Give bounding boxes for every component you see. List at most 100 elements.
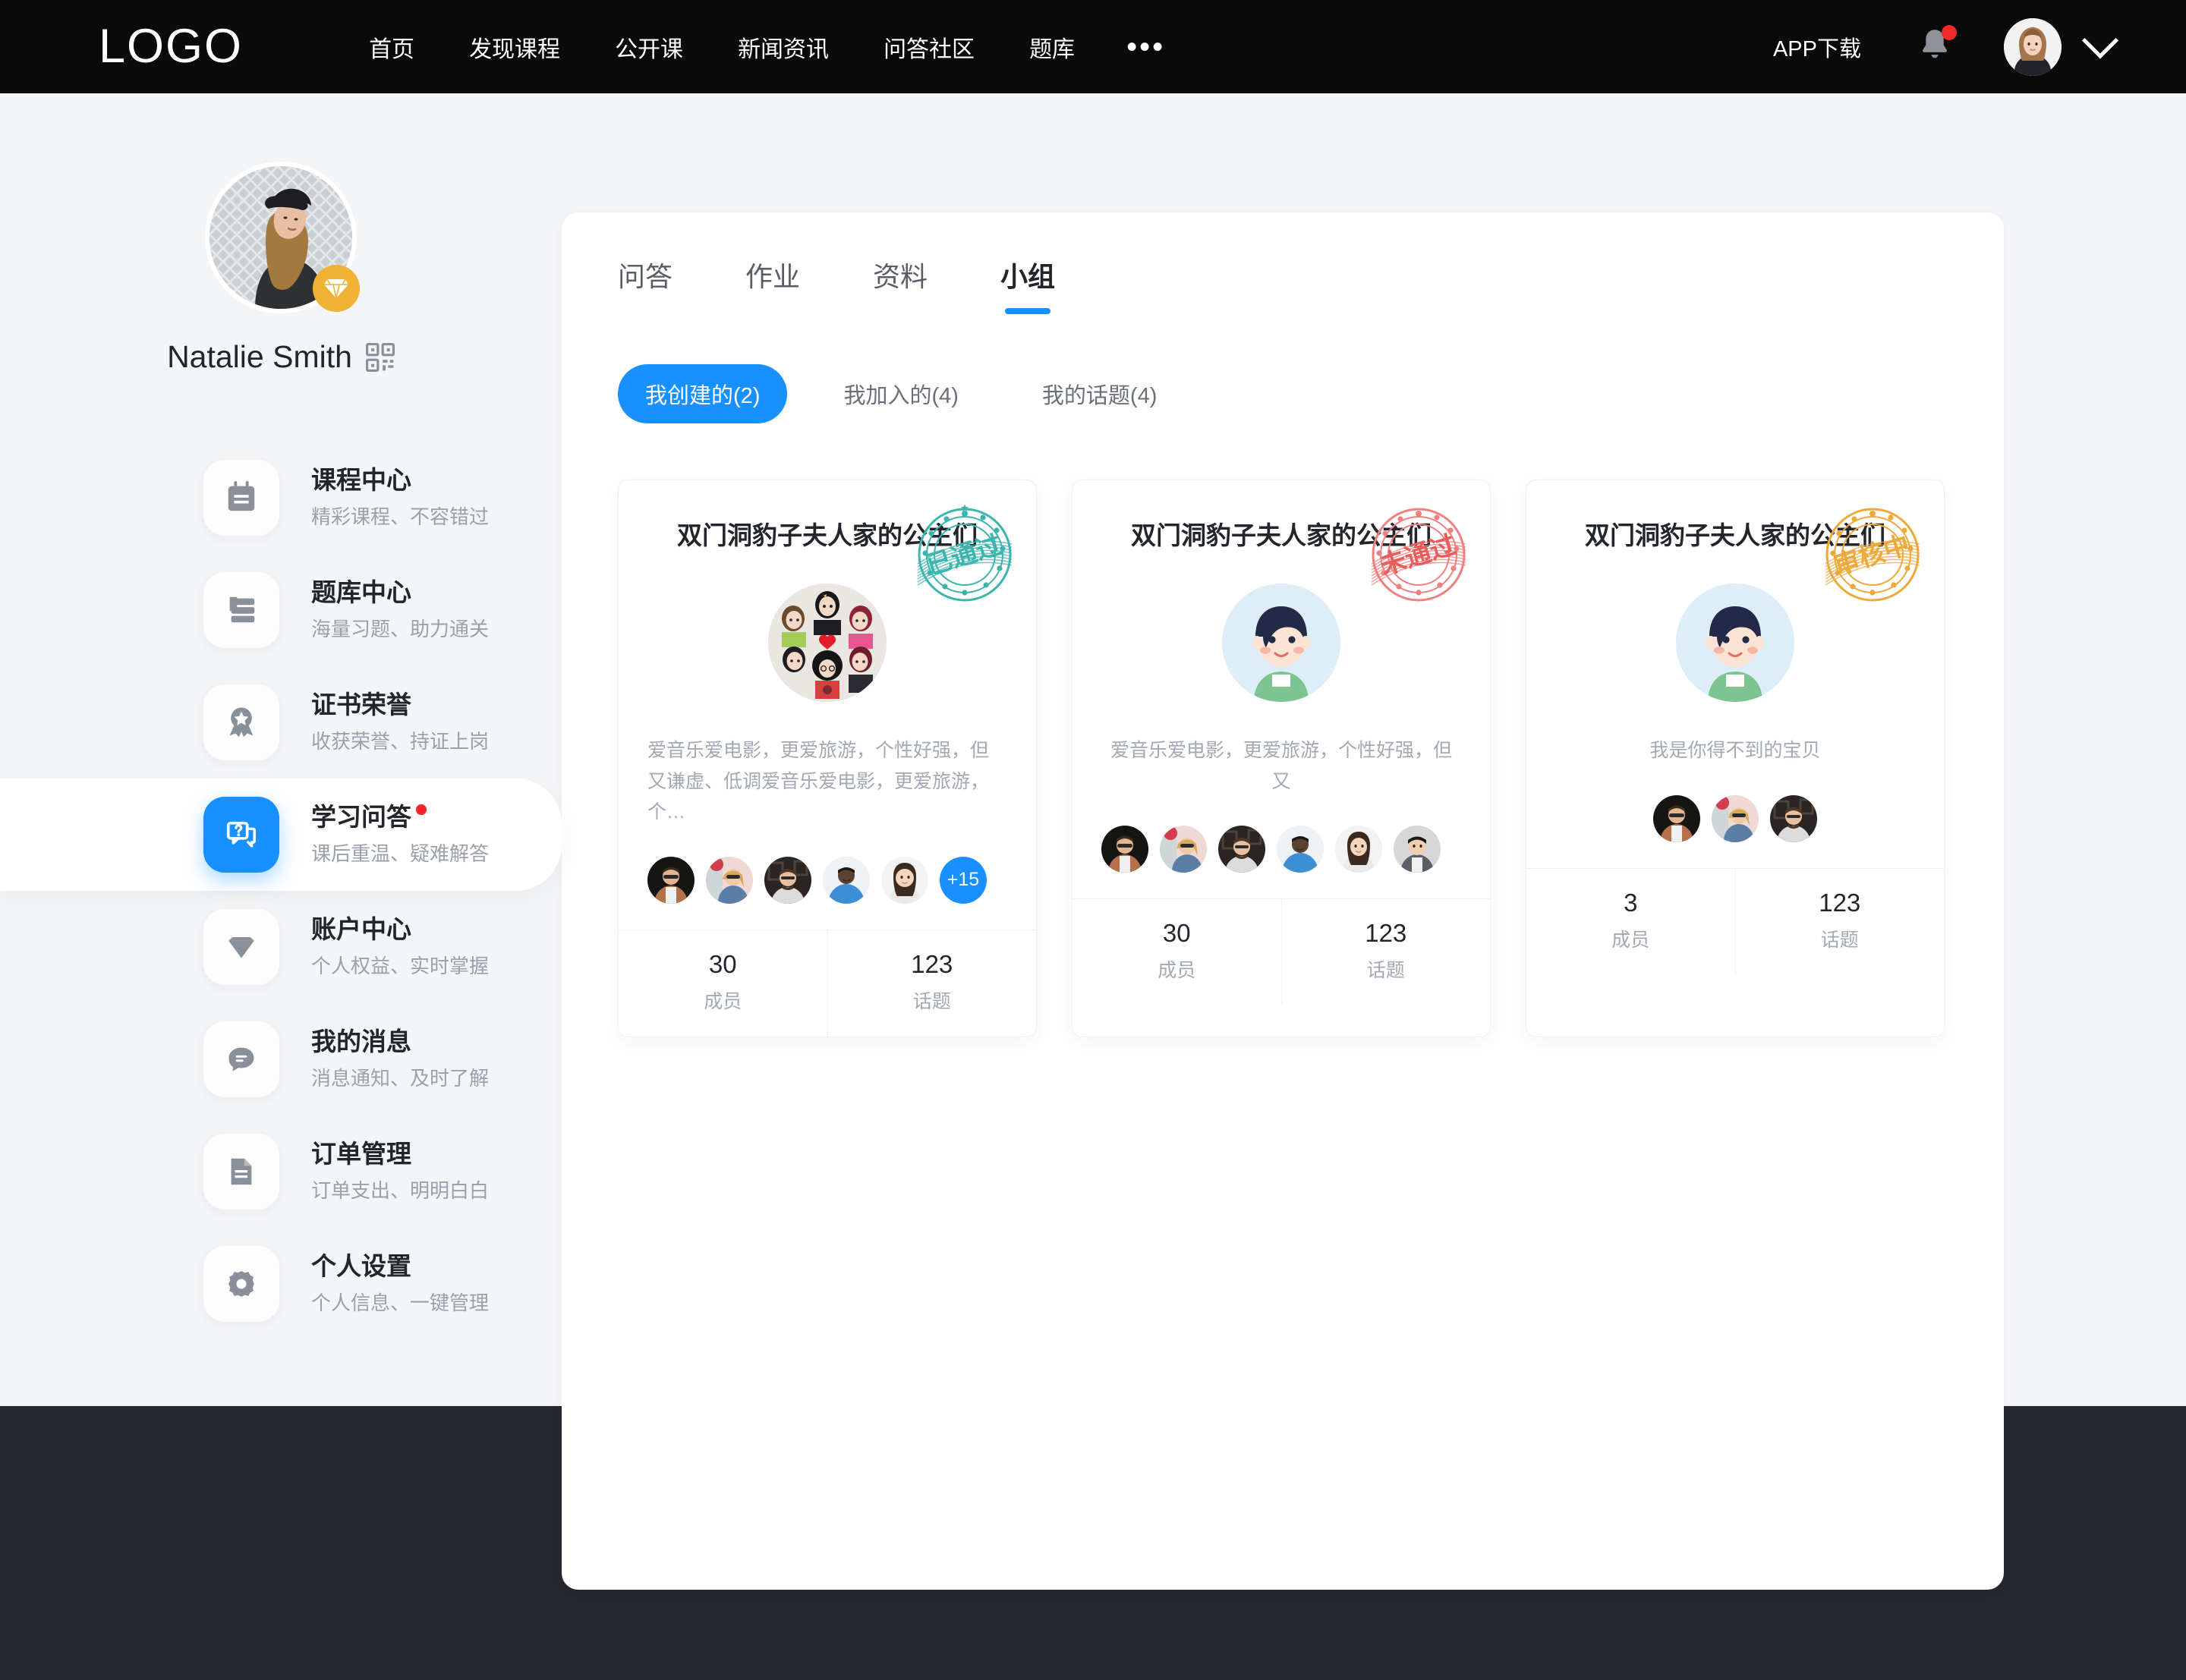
- status-stamp-reviewing-icon: 审核中: [1825, 508, 1920, 602]
- sidebar-item-sub: 订单支出、明明白白: [311, 1179, 490, 1203]
- member-avatar[interactable]: [1335, 826, 1382, 873]
- stat-label: 成员: [1611, 929, 1650, 951]
- sidebar-item-title-label: 学习问答: [311, 802, 411, 831]
- member-photo: [1653, 794, 1700, 842]
- calendar-icon-box: [203, 460, 279, 536]
- sidebar-item-title-label: 课程中心: [311, 465, 411, 494]
- sidebar-item-question-bank-center[interactable]: 题库中心 海量习题、助力通关: [0, 554, 562, 666]
- member-avatar[interactable]: [881, 856, 928, 904]
- nav-item-home[interactable]: 首页: [342, 30, 442, 64]
- member-photo: [1160, 826, 1207, 873]
- member-avatar[interactable]: [1712, 794, 1759, 842]
- sidebar-item-order-management[interactable]: 订单管理 订单支出、明明白白: [0, 1115, 562, 1228]
- medal-star-icon: [229, 707, 254, 738]
- question-chat-icon: [226, 821, 256, 848]
- member-photo: [1101, 826, 1148, 873]
- member-avatar[interactable]: [647, 856, 695, 904]
- tab-groups[interactable]: 小组: [1000, 255, 1055, 308]
- sidebar-item-title: 个人设置: [311, 1252, 489, 1281]
- tab-materials[interactable]: 资料: [873, 255, 928, 308]
- chip-my-topics[interactable]: 我的话题(4): [1015, 364, 1184, 423]
- document-icon: [231, 1158, 252, 1185]
- avatar-image: [2004, 17, 2062, 76]
- sidebar-item-sub: 个人权益、实时掌握: [311, 955, 490, 978]
- sidebar-item-personal-settings[interactable]: 个人设置 个人信息、一键管理: [0, 1228, 562, 1340]
- member-avatar-overflow[interactable]: +15: [940, 856, 987, 904]
- tab-qa[interactable]: 问答: [618, 255, 672, 308]
- member-photo: [1277, 826, 1324, 873]
- group-avatar-image: [768, 584, 887, 702]
- member-avatar[interactable]: [1101, 826, 1148, 873]
- member-avatar[interactable]: [823, 856, 870, 904]
- sidebar-item-title: 证书荣誉: [311, 691, 489, 719]
- nav-item-discover-courses[interactable]: 发现课程: [442, 30, 587, 64]
- question-chat-icon-box: [203, 797, 279, 873]
- sidebar-item-my-messages[interactable]: 我的消息 消息通知、及时了解: [0, 1003, 562, 1115]
- chip-created-by-me[interactable]: 我创建的(2): [618, 364, 788, 423]
- sidebar-item-text: 订单管理 订单支出、明明白白: [311, 1140, 489, 1204]
- top-header: LOGO 首页 发现课程 公开课 新闻资讯 问答社区 题库 ••• APP下载: [0, 0, 2186, 93]
- member-avatar[interactable]: [764, 856, 811, 904]
- sidebar-item-title-label: 我的消息: [311, 1027, 411, 1056]
- group-card-body: 双门洞豹子夫人家的公主们: [619, 480, 1036, 930]
- member-photo: [823, 856, 870, 904]
- profile-name-row: Natalie Smith: [0, 339, 562, 375]
- member-photo: [1335, 826, 1382, 873]
- group-card[interactable]: 双门洞豹子夫人家的公主们: [618, 480, 1037, 1037]
- bookmark-list-icon: [229, 596, 255, 623]
- group-card-description: 我是你得不到的宝贝: [1649, 740, 1821, 761]
- boy-cartoon-avatar: [1222, 584, 1340, 702]
- sidebar-menu: 课程中心 精彩课程、不容错过 题库中心 海量习题、助力通关 证书荣誉 收获荣誉、…: [0, 442, 562, 1340]
- group-card-stats: 30 成员 123 话题: [619, 929, 1036, 1037]
- member-avatar[interactable]: [1218, 826, 1265, 873]
- member-avatar[interactable]: [706, 856, 753, 904]
- stat-value: 3: [1624, 888, 1638, 917]
- member-photo: [881, 856, 928, 904]
- document-icon-box: [203, 1134, 279, 1210]
- app-download-link[interactable]: APP下载: [1773, 31, 1861, 63]
- page-body: Natalie Smith 课程中心 精彩课程、不容错过 题库中心 海量习题、助…: [0, 93, 2186, 1590]
- stat-value: 123: [1819, 888, 1861, 917]
- sidebar-item-title-label: 账户中心: [311, 914, 411, 943]
- nav-item-news[interactable]: 新闻资讯: [710, 30, 856, 64]
- sidebar-item-course-center[interactable]: 课程中心 精彩课程、不容错过: [0, 442, 562, 554]
- sidebar-item-account-center[interactable]: 账户中心 个人权益、实时掌握: [0, 891, 562, 1003]
- sidebar-item-sub: 消息通知、及时了解: [311, 1067, 490, 1090]
- tab-homework[interactable]: 作业: [745, 255, 800, 308]
- sidebar-item-title: 订单管理: [311, 1140, 489, 1169]
- member-photo: [647, 856, 695, 904]
- qr-code-icon[interactable]: [365, 342, 395, 372]
- group-member-avatars: +15: [641, 856, 1013, 904]
- nav-item-question-bank[interactable]: 题库: [1002, 30, 1102, 64]
- header-avatar[interactable]: [2004, 17, 2062, 76]
- chevron-down-icon[interactable]: [2081, 21, 2119, 59]
- stat-topics: 123 话题: [1280, 899, 1491, 1005]
- profile-avatar-wrap[interactable]: [205, 162, 360, 313]
- message-bubble-icon: [228, 1047, 254, 1071]
- member-avatar[interactable]: [1160, 826, 1207, 873]
- sidebar-item-study-qa[interactable]: 学习问答 课后重温、疑难解答: [0, 779, 562, 891]
- nav-item-qa-community[interactable]: 问答社区: [856, 30, 1002, 64]
- boy-cartoon-avatar: [1676, 584, 1794, 702]
- stat-members: 30 成员: [1073, 899, 1281, 1005]
- nav-more-icon[interactable]: •••: [1102, 32, 1189, 62]
- sidebar-item-certificates[interactable]: 证书荣誉 收获荣誉、持证上岗: [0, 666, 562, 779]
- sidebar-item-text: 学习问答 课后重温、疑难解答: [311, 803, 489, 867]
- group-card-title: 双门洞豹子夫人家的公主们: [1585, 521, 1885, 549]
- nav-item-open-class[interactable]: 公开课: [587, 30, 710, 64]
- member-avatar[interactable]: [1770, 794, 1817, 842]
- stat-label: 话题: [1366, 960, 1405, 981]
- group-card[interactable]: 双门洞豹子夫人家的公主们: [1526, 480, 1945, 1037]
- chip-joined-by-me[interactable]: 我加入的(4): [816, 364, 985, 423]
- stat-value: 30: [708, 949, 737, 978]
- sidebar-item-title: 题库中心: [311, 578, 489, 607]
- member-avatar[interactable]: [1653, 794, 1700, 842]
- group-card-body: 双门洞豹子夫人家的公主们: [1526, 480, 1944, 868]
- main-navigation: 首页 发现课程 公开课 新闻资讯 问答社区 题库 •••: [342, 30, 1189, 64]
- profile-name: Natalie Smith: [167, 339, 352, 374]
- group-card[interactable]: 双门洞豹子夫人家的公主们: [1072, 480, 1491, 1037]
- notification-bell-button[interactable]: [1917, 24, 1957, 68]
- site-logo[interactable]: LOGO: [99, 23, 243, 71]
- member-avatar[interactable]: [1277, 826, 1324, 873]
- member-avatar[interactable]: [1394, 826, 1441, 873]
